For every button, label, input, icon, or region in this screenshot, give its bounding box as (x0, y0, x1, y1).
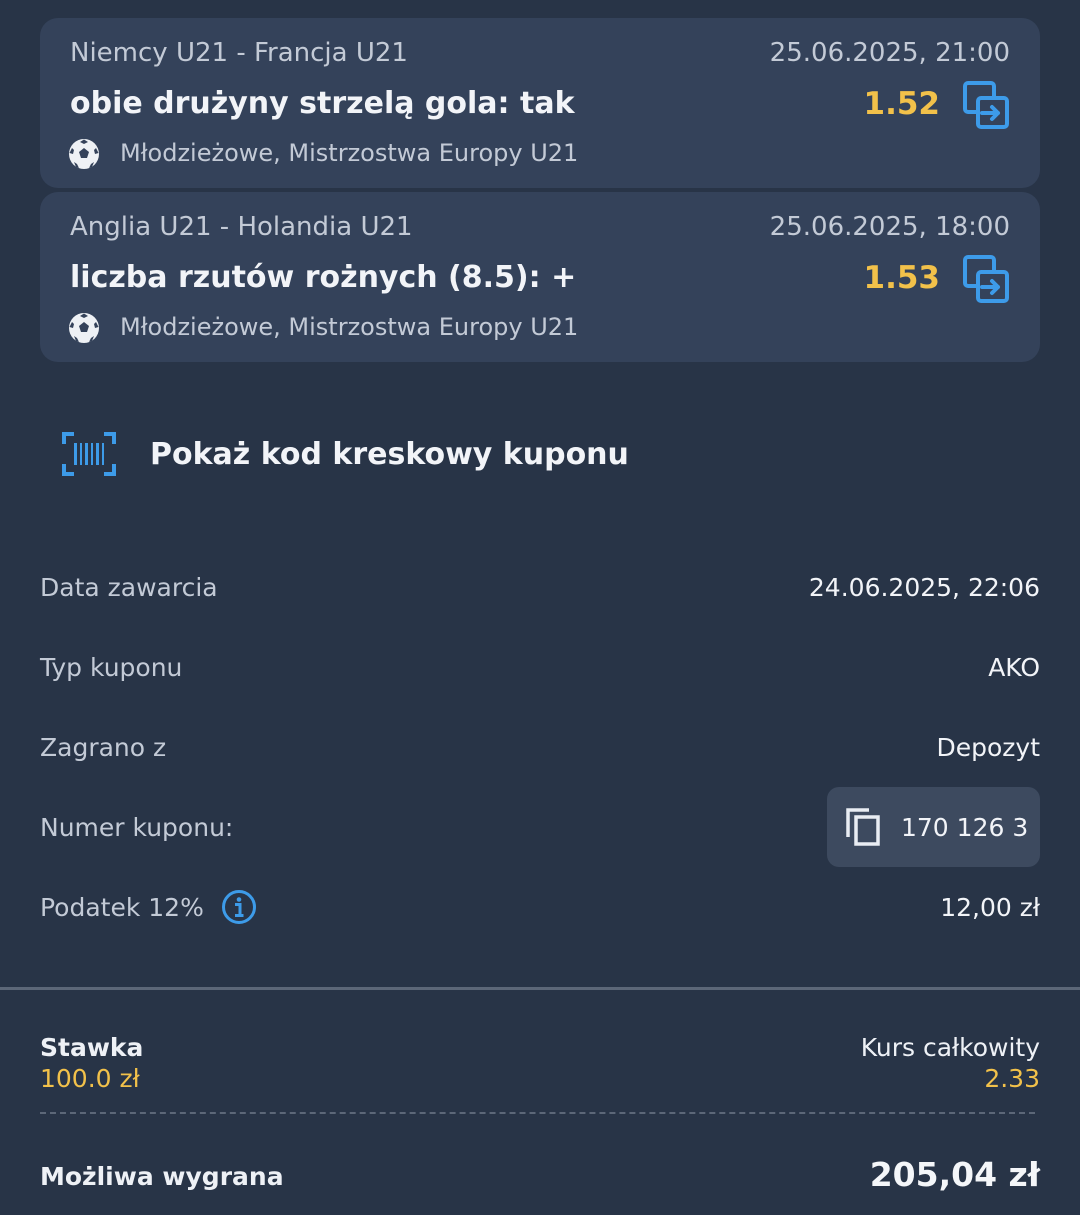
bet-pick: liczba rzutów rożnych (8.5): + (70, 260, 577, 295)
bet-league: Młodzieżowe, Mistrzostwa Europy U21 (120, 313, 579, 341)
possible-win-label: Możliwa wygrana (40, 1162, 284, 1191)
source-label: Zagrano z (40, 733, 167, 762)
tax-value: 12,00 zł (940, 893, 1040, 922)
date-value: 24.06.2025, 22:06 (808, 573, 1040, 602)
source-value: Depozyt (936, 733, 1040, 762)
bet-odds: 1.52 (863, 86, 941, 122)
bet-teams: Niemcy U21 - Francja U21 (70, 38, 408, 68)
coupon-number-value: 170 126 3 (901, 812, 1029, 842)
soccer-ball-icon (69, 139, 99, 169)
coupon-number-label: Numer kuponu: (40, 813, 234, 842)
barcode-label: Pokaż kod kreskowy kuponu (150, 436, 629, 472)
dashed-divider (40, 1112, 1035, 1114)
stake-value: 100.0 zł (40, 1064, 140, 1093)
barcode-icon (62, 432, 116, 476)
total-odds-value: 2.33 (984, 1064, 1040, 1093)
swap-icon[interactable] (962, 254, 1010, 304)
soccer-ball-icon (69, 313, 99, 343)
info-icon[interactable] (221, 889, 257, 925)
bet-card[interactable]: Niemcy U21 - Francja U21 25.06.2025, 21:… (40, 18, 1040, 188)
show-barcode-button[interactable]: Pokaż kod kreskowy kuponu (62, 432, 629, 476)
bet-league: Młodzieżowe, Mistrzostwa Europy U21 (120, 139, 579, 167)
divider (0, 987, 1080, 990)
copy-icon (846, 808, 880, 846)
stake-label: Stawka (40, 1033, 144, 1062)
total-odds-label: Kurs całkowity (860, 1033, 1040, 1062)
tax-label: Podatek 12% (40, 893, 204, 922)
date-label: Data zawarcia (40, 573, 218, 602)
possible-win-value: 205,04 zł (869, 1155, 1040, 1194)
bet-date: 25.06.2025, 18:00 (769, 212, 1010, 242)
type-label: Typ kuponu (40, 653, 183, 682)
type-value: AKO (988, 653, 1040, 682)
bet-pick: obie drużyny strzelą gola: tak (70, 86, 575, 121)
copy-coupon-number-button[interactable]: 170 126 3 (827, 787, 1040, 867)
bet-odds: 1.53 (863, 260, 941, 296)
bet-card[interactable]: Anglia U21 - Holandia U21 25.06.2025, 18… (40, 192, 1040, 362)
bet-teams: Anglia U21 - Holandia U21 (70, 212, 413, 242)
swap-icon[interactable] (962, 80, 1010, 130)
bet-date: 25.06.2025, 21:00 (769, 38, 1010, 68)
